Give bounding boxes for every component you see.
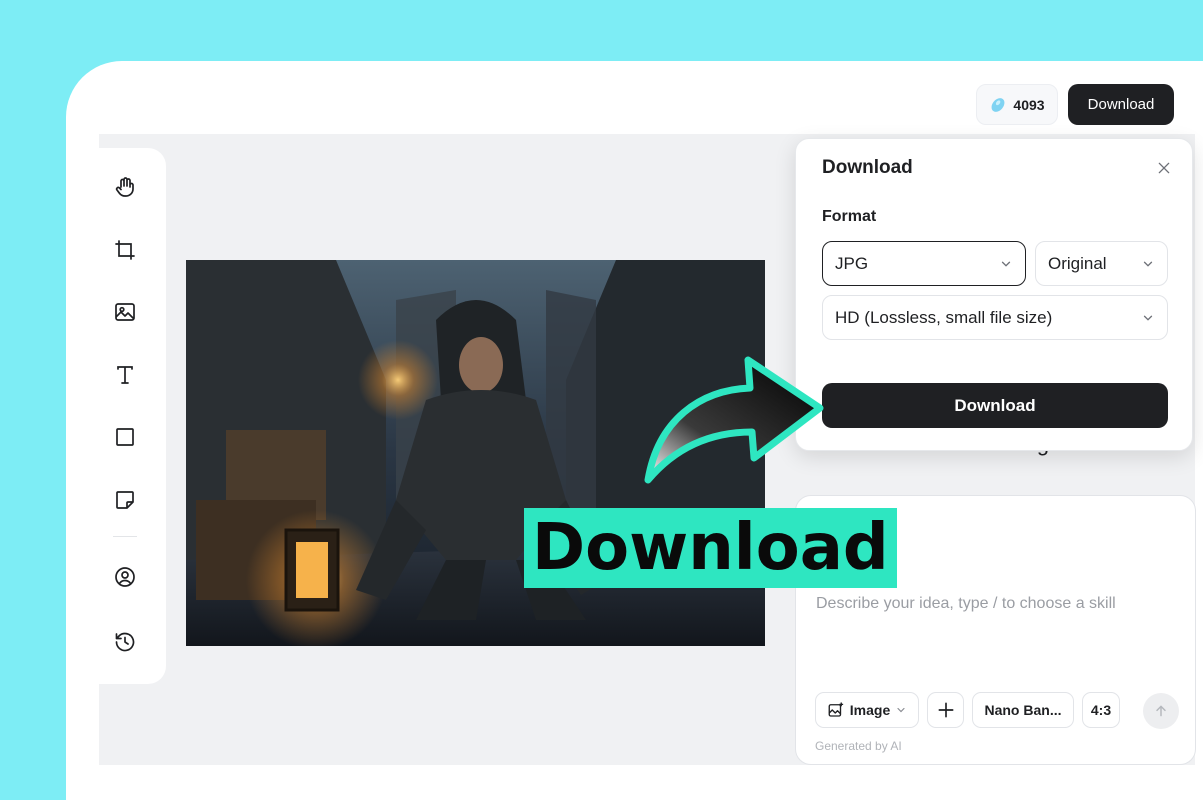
user-circle-icon[interactable] xyxy=(110,562,140,592)
ratio-label: 4:3 xyxy=(1090,702,1112,718)
curved-arrow-icon xyxy=(644,356,824,484)
top-download-button[interactable]: Download xyxy=(1068,84,1174,125)
text-icon[interactable] xyxy=(110,360,140,390)
mode-label: Image xyxy=(849,702,891,718)
credits-count: 4093 xyxy=(1013,96,1045,113)
model-select[interactable]: Nano Ban... xyxy=(972,692,1074,728)
plus-icon xyxy=(938,702,953,718)
add-button[interactable] xyxy=(927,692,964,728)
chat-input[interactable]: Describe your idea, type / to choose a s… xyxy=(816,595,1116,613)
image-icon[interactable] xyxy=(110,297,140,327)
image-sparkle-icon xyxy=(828,702,843,717)
format-label: Format xyxy=(822,208,877,225)
history-icon[interactable] xyxy=(110,627,140,657)
send-button[interactable] xyxy=(1143,693,1179,729)
chevron-down-icon xyxy=(1001,261,1011,267)
toolbar-divider xyxy=(113,536,137,537)
chevron-down-icon xyxy=(1143,261,1153,267)
ratio-select[interactable]: 4:3 xyxy=(1082,692,1120,728)
download-banner: Download xyxy=(524,508,897,588)
format-select[interactable]: JPG xyxy=(822,241,1026,286)
close-icon[interactable] xyxy=(1153,157,1175,179)
credits-icon xyxy=(991,97,1005,112)
size-value: Original xyxy=(1048,253,1107,273)
generated-note: Generated by AI xyxy=(815,739,902,753)
quality-select[interactable]: HD (Lossless, small file size) xyxy=(822,295,1168,340)
hand-icon[interactable] xyxy=(110,172,140,202)
arrow-up-icon xyxy=(1156,705,1166,717)
sticky-note-icon[interactable] xyxy=(110,485,140,515)
crop-icon[interactable] xyxy=(110,235,140,265)
credits-badge[interactable]: 4093 xyxy=(976,84,1058,125)
chevron-down-icon xyxy=(1143,315,1153,321)
left-toolbar xyxy=(99,148,166,684)
format-value: JPG xyxy=(835,253,869,273)
mode-select[interactable]: Image xyxy=(815,692,919,728)
dialog-title: Download xyxy=(822,157,913,178)
chevron-down-icon xyxy=(897,707,905,713)
rectangle-icon[interactable] xyxy=(110,422,140,452)
size-select[interactable]: Original xyxy=(1035,241,1168,286)
quality-value: HD (Lossless, small file size) xyxy=(835,307,1053,327)
model-label: Nano Ban... xyxy=(984,702,1062,718)
dialog-download-button[interactable]: Download xyxy=(822,383,1168,428)
